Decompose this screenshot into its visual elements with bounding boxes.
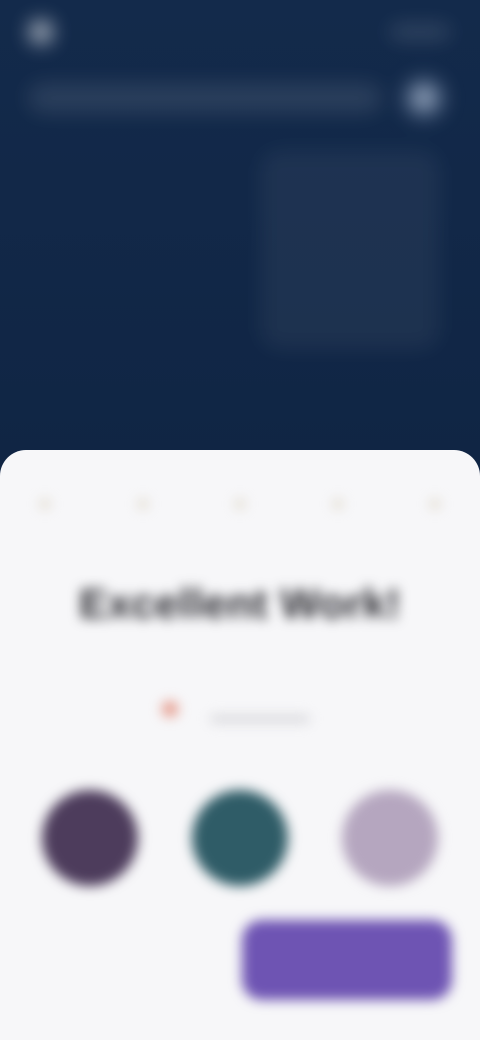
tag-dot-icon	[162, 701, 178, 717]
search-row	[28, 74, 448, 122]
swatch-lavender[interactable]	[342, 790, 438, 886]
result-title: Excellent Work!	[79, 580, 401, 627]
confetti-dot	[332, 499, 343, 509]
status-indicators	[390, 25, 450, 39]
confetti-dot	[235, 499, 245, 509]
background-card	[260, 150, 440, 350]
sparkle-icon[interactable]	[400, 74, 448, 122]
confetti-dot	[430, 499, 440, 509]
sheet-content: Excellent Work!	[0, 450, 480, 1040]
confetti-dot	[40, 499, 50, 509]
status-left	[30, 21, 60, 43]
action-buttons	[0, 920, 480, 1010]
swatch-plum[interactable]	[42, 790, 138, 886]
app-screen: Excellent Work!	[0, 0, 480, 1040]
tag-subtext	[210, 715, 310, 723]
primary-button[interactable]	[242, 920, 452, 1000]
result-tag	[150, 685, 330, 735]
back-icon[interactable]	[30, 21, 52, 43]
secondary-button[interactable]	[42, 934, 212, 990]
swatch-teal[interactable]	[192, 790, 288, 886]
confetti-row	[40, 494, 440, 514]
search-bar[interactable]	[28, 83, 382, 113]
result-bottom-sheet: Excellent Work!	[0, 450, 480, 1040]
color-swatches	[0, 790, 480, 890]
background-content	[0, 0, 480, 470]
confetti-dot	[137, 499, 148, 509]
status-bar	[30, 18, 450, 46]
